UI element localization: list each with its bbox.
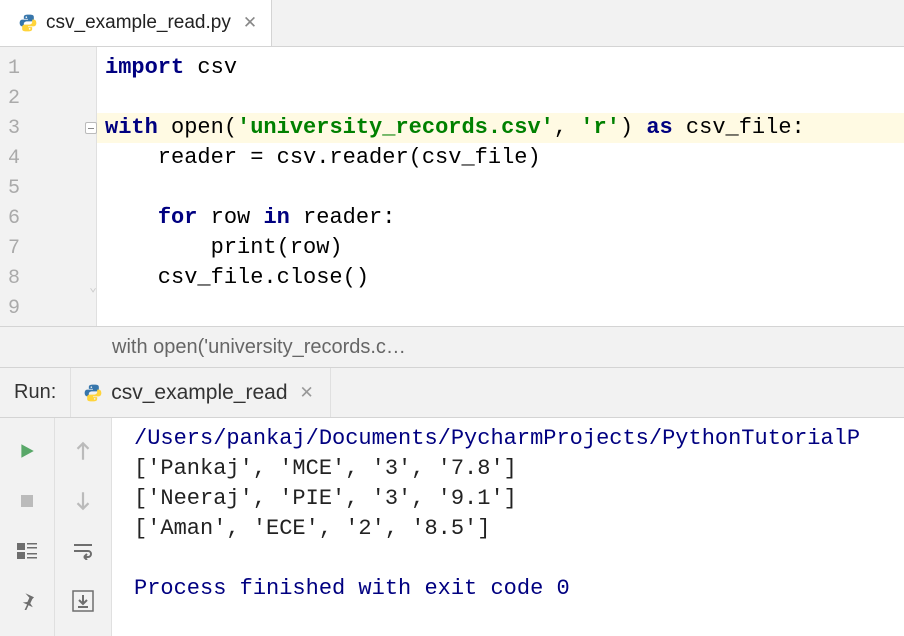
code-line[interactable]: with open('university_records.csv', 'r')… [105,113,904,143]
code-line[interactable]: print(row) [105,233,904,263]
soft-wrap-button[interactable] [55,526,111,576]
console-area: /Users/pankaj/Documents/PycharmProjects/… [0,418,904,636]
close-icon[interactable]: ✕ [296,383,318,403]
fold-icon[interactable] [85,122,97,134]
process-exit-message: Process finished with exit code 0 [134,574,904,604]
down-arrow-icon[interactable] [55,476,111,526]
line-number: 8⌄ [0,263,96,293]
run-button[interactable] [0,426,54,476]
breadcrumb[interactable]: with open('university_records.c… [0,326,904,368]
code-editor[interactable]: import csv with open('university_records.… [97,47,904,326]
scroll-to-end-button[interactable] [55,576,111,626]
console-line: ['Aman', 'ECE', '2', '8.5'] [134,514,904,544]
pin-button[interactable] [0,576,54,626]
code-line[interactable] [105,173,904,203]
console-output[interactable]: /Users/pankaj/Documents/PycharmProjects/… [112,418,904,636]
code-line[interactable] [105,83,904,113]
editor-tab[interactable]: csv_example_read.py ✕ [0,0,272,46]
run-tool-column-1 [0,418,55,636]
line-number: 2 [0,83,96,113]
editor-tab-bar: csv_example_read.py ✕ [0,0,904,47]
editor-area: 12345678⌄9 import csv with open('universi… [0,47,904,326]
python-file-icon [83,383,103,403]
code-line[interactable] [105,293,904,323]
line-number: 1 [0,53,96,83]
close-icon[interactable]: ✕ [239,13,261,33]
line-number: 3 [0,113,96,143]
line-number: 7 [0,233,96,263]
code-line[interactable]: reader = csv.reader(csv_file) [105,143,904,173]
run-label: Run: [0,381,70,404]
run-tab[interactable]: csv_example_read ✕ [70,368,331,417]
breadcrumb-text: with open('university_records.c… [112,336,406,359]
code-line[interactable]: for row in reader: [105,203,904,233]
console-line: ['Neeraj', 'PIE', '3', '9.1'] [134,484,904,514]
console-line: ['Pankaj', 'MCE', '3', '7.8'] [134,454,904,484]
line-number: 9 [0,293,96,323]
interpreter-path: /Users/pankaj/Documents/PycharmProjects/… [134,424,904,454]
line-number: 4 [0,143,96,173]
run-tool-bar: Run: csv_example_read ✕ [0,368,904,418]
run-tool-column-2 [55,418,112,636]
python-file-icon [18,13,38,33]
line-number: 5 [0,173,96,203]
code-line[interactable]: csv_file.close() [105,263,904,293]
layout-button[interactable] [0,526,54,576]
line-number: 6 [0,203,96,233]
line-number-gutter: 12345678⌄9 [0,47,97,326]
run-tab-name: csv_example_read [111,381,287,405]
code-line[interactable]: import csv [105,53,904,83]
editor-tab-filename: csv_example_read.py [46,12,231,34]
up-arrow-icon[interactable] [55,426,111,476]
stop-button[interactable] [0,476,54,526]
